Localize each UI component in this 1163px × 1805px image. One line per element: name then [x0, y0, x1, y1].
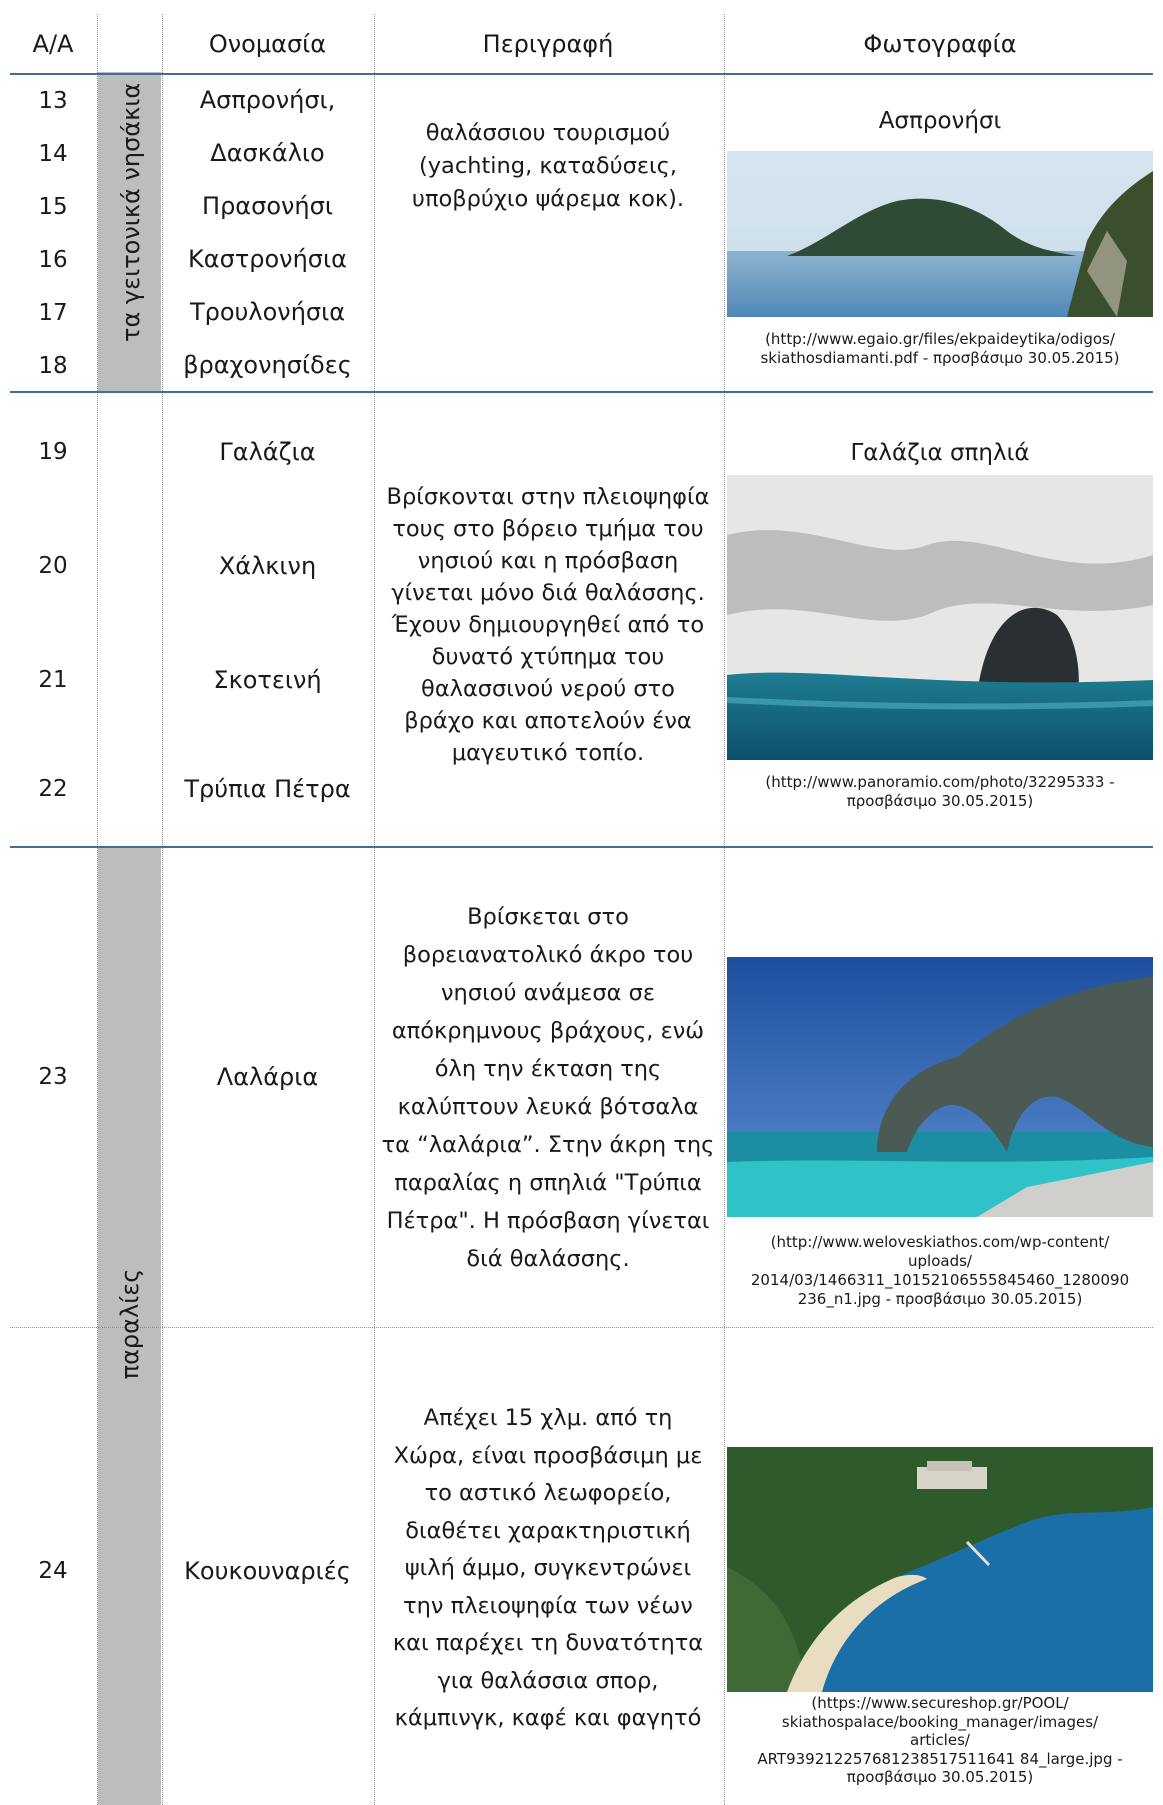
caption-line: skiathosdiamanti.pdf - προσβάσιμο 30.05.…: [760, 349, 1120, 367]
section-rule-1: [10, 391, 1153, 393]
photo-caption-koukounaries: (https://www.secureshop.gr/POOL/ skiatho…: [722, 1694, 1158, 1787]
caption-line: skiathospalace/booking_manager/images/: [781, 1712, 1099, 1731]
description-line: βορειανατολικό άκρο του: [402, 942, 694, 968]
photo-galazia: [727, 475, 1153, 760]
description-line: Έχουν δημιουργηθεί από το: [391, 612, 705, 638]
row-number: 18: [38, 353, 68, 379]
caption-line: 2014/03/1466311_10152106555845460_128009…: [750, 1271, 1130, 1289]
row-number: 16: [38, 247, 68, 273]
row-name: Λαλάρια: [216, 1063, 319, 1091]
column-separator-3: [374, 14, 375, 1805]
description-line: Χώρα, είναι προσβάσιμη με: [393, 1442, 703, 1469]
header-rule: [10, 73, 1153, 75]
description-line: κάμπινγκ, καφέ και φαγητό: [394, 1705, 702, 1731]
description-islets: θαλάσσιου τουρισμού (yachting, καταδύσει…: [378, 117, 718, 216]
caption-line: ART939212257681238517511641 84_large.jpg…: [757, 1749, 1123, 1768]
column-separator-4: [724, 14, 725, 1805]
caption-line: προσβάσιμο 30.05.2015): [846, 1768, 1034, 1786]
description-line: μαγευτικό τοπίο.: [451, 740, 645, 766]
description-line: Βρίσκονται στην πλειοψηφία: [386, 484, 710, 510]
description-lalaria: Βρίσκεται στο βορειανατολικό άκρο του νη…: [378, 898, 718, 1278]
description-line: τους στο βόρειο τμήμα του: [392, 516, 704, 542]
description-line: νησιού και η πρόσβαση: [417, 548, 679, 574]
description-line: υποβρύχιο ψάρεμα κοκ).: [411, 186, 685, 212]
group-label-beaches: παραλίες: [116, 1268, 144, 1380]
description-line: τα “λαλάρια”. Στην άκρη της: [381, 1132, 715, 1158]
row-name: Καστρονήσια: [188, 245, 347, 273]
row-number: 19: [38, 439, 68, 465]
section-rule-2: [10, 846, 1153, 848]
row-name: Χάλκινη: [218, 552, 317, 580]
header-photo: Φωτογραφία: [863, 30, 1017, 58]
header-description: Περιγραφή: [482, 30, 614, 58]
photo-caption-galazia: (http://www.panoramio.com/photo/32295333…: [722, 773, 1158, 811]
row-name: Τρουλονήσια: [189, 298, 346, 326]
row-number: 17: [38, 300, 68, 326]
description-line: την πλειοψηφία των νέων: [403, 1592, 693, 1619]
row-name: Σκοτεινή: [213, 666, 322, 694]
caption-line: 236_n1.jpg - προσβάσιμο 30.05.2015): [797, 1290, 1083, 1308]
description-line: απόκρημνους βράχους, ενώ: [391, 1018, 705, 1044]
caption-line: προσβάσιμο 30.05.2015): [846, 792, 1034, 810]
description-line: γίνεται μόνο διά θαλάσσης.: [391, 580, 705, 606]
description-line: διαθέτει χαρακτηριστική: [405, 1517, 691, 1544]
description-line: θαλασσινού νερού στο: [421, 676, 675, 702]
description-line: όλη την έκταση της: [434, 1056, 662, 1082]
row-number: 21: [38, 667, 68, 693]
header-name: Ονομασία: [208, 30, 327, 58]
column-separator-2: [162, 14, 163, 1805]
row-name: βραχονησίδες: [183, 351, 352, 379]
caption-line: uploads/: [908, 1252, 972, 1270]
row-number: 15: [38, 194, 68, 220]
description-koukounaries: Απέχει 15 χλμ. από τη Χώρα, είναι προσβά…: [378, 1400, 718, 1738]
caption-line: (http://www.panoramio.com/photo/32295333…: [765, 773, 1115, 791]
caption-line: (https://www.secureshop.gr/POOL/: [811, 1694, 1069, 1712]
description-line: Πέτρα". Η πρόσβαση γίνεται: [386, 1208, 710, 1234]
description-line: βράχο και αποτελούν ένα: [404, 708, 692, 734]
row-number: 22: [38, 776, 68, 802]
description-line: καλύπτουν λευκά βότσαλα: [397, 1094, 699, 1120]
photo-title-asproniso: Ασπρονήσι: [878, 108, 1002, 134]
description-line: Απέχει 15 χλμ. από τη: [423, 1405, 673, 1431]
row-name: Δασκάλιο: [210, 139, 325, 167]
photo-title-galazia: Γαλάζια σπηλιά: [850, 440, 1030, 466]
caption-line: (http://www.weloveskiathos.com/wp-conten…: [770, 1233, 1110, 1251]
description-line: δυνατό χτύπημα του: [431, 644, 665, 670]
row-rule-dotted: [10, 1327, 1153, 1328]
row-name: Ασπρονήσι,: [199, 86, 336, 114]
row-number: 20: [38, 553, 68, 579]
description-line: παραλίας η σπηλιά "Τρύπια: [394, 1170, 702, 1196]
photo-asproniso: [727, 151, 1153, 317]
header-aa: Α/Α: [32, 30, 74, 58]
row-name: Πρασονήσι: [202, 192, 333, 220]
row-name: Γαλάζια: [219, 438, 316, 466]
row-number: 24: [38, 1558, 68, 1584]
description-line: το αστικό λεωφορείο,: [424, 1480, 672, 1506]
row-number: 13: [38, 88, 68, 114]
row-name: Τρύπια Πέτρα: [184, 775, 351, 803]
row-number: 14: [38, 141, 68, 167]
row-name: Κουκουναριές: [184, 1557, 351, 1585]
row-number: 23: [38, 1064, 68, 1090]
description-line: νησιού ανάμεσα σε: [440, 980, 655, 1006]
description-line: διά θαλάσσης.: [466, 1246, 630, 1272]
description-line: και παρέχει τη δυνατότητα: [392, 1630, 704, 1656]
photo-lalaria: [727, 957, 1153, 1217]
photo-koukounaries: [727, 1447, 1153, 1692]
description-line: για θαλάσσια σπορ,: [437, 1667, 659, 1694]
description-line: θαλάσσιου τουρισμού: [425, 120, 671, 146]
description-line: Βρίσκεται στο: [467, 904, 629, 930]
caption-line: (http://www.egaio.gr/files/ekpaideytika/…: [765, 330, 1115, 348]
group-label-islets: τα γειτονικά νησάκια: [117, 82, 145, 342]
photo-caption-lalaria: (http://www.weloveskiathos.com/wp-conten…: [722, 1233, 1158, 1309]
caption-line: articles/: [910, 1731, 970, 1749]
photo-caption-asproniso: (http://www.egaio.gr/files/ekpaideytika/…: [722, 330, 1158, 368]
description-line: (yachting, καταδύσεις,: [418, 153, 678, 179]
description-caves: Βρίσκονται στην πλειοψηφία τους στο βόρε…: [378, 481, 718, 769]
description-line: ψιλή άμμο, συγκεντρώνει: [404, 1555, 692, 1581]
